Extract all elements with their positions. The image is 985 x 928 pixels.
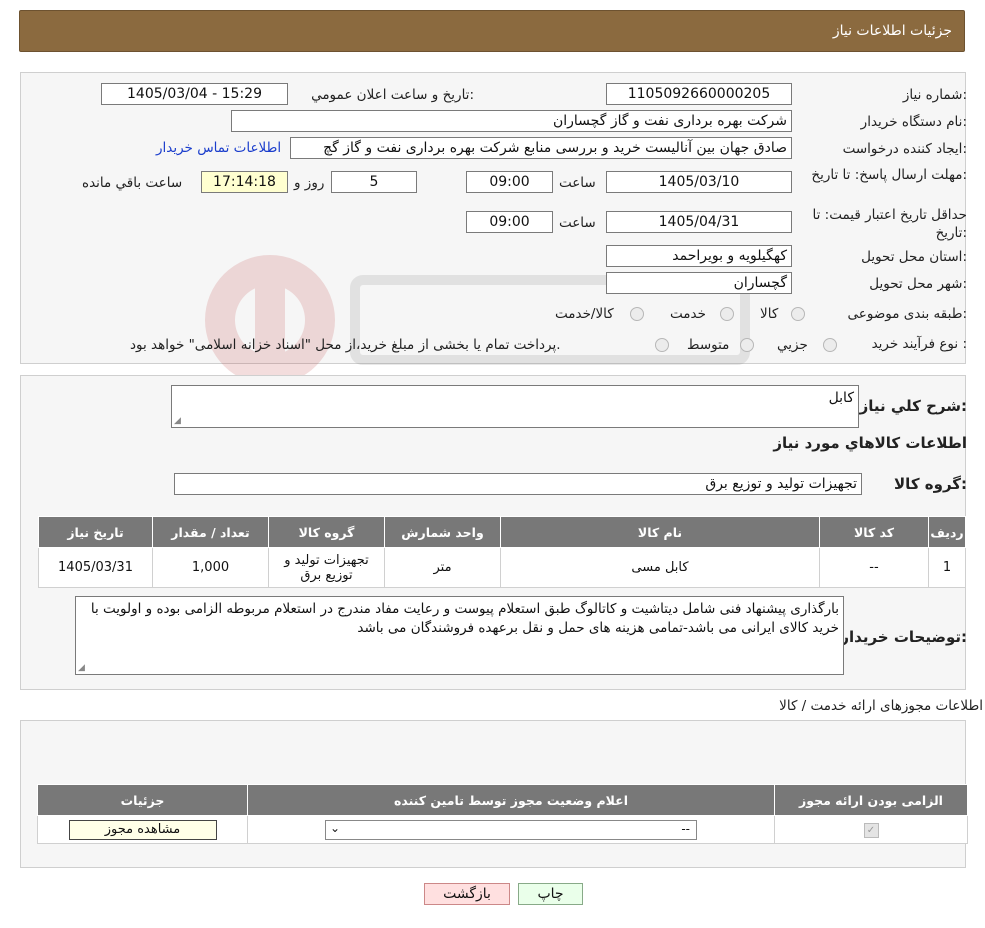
days-word-label: روز و <box>294 175 325 191</box>
chevron-down-icon: ⌄ <box>330 820 341 835</box>
col-row-number: رديف <box>928 516 966 548</box>
process-label: نوع فرآيند خريد : <box>871 336 967 352</box>
province-label: استان محل تحويل: <box>861 249 967 265</box>
resize-grip-icon[interactable]: ◢ <box>174 416 181 426</box>
col-need-date: تاريخ نياز <box>38 516 153 548</box>
page-header: جزئیات اطلاعات نیاز <box>19 10 965 52</box>
cell-goods-name: کابل مسی <box>500 547 820 588</box>
table-row: 1 -- کابل مسی متر تجهیزات تولید و توزیع … <box>38 547 966 588</box>
category-option-goods-service: کالا/خدمت <box>555 306 614 322</box>
validity-time-label: ساعت <box>559 215 596 231</box>
resize-grip-icon[interactable]: ◢ <box>78 663 85 673</box>
cell-need-date: 1405/03/31 <box>38 547 153 588</box>
print-button[interactable]: چاپ <box>518 883 583 905</box>
cell-goods-code: -- <box>819 547 929 588</box>
city-field: گچساران <box>606 272 792 294</box>
cell-unit: متر <box>384 547 501 588</box>
col-goods-name: نام کالا <box>500 516 820 548</box>
deadline-date-field: 1405/03/10 <box>606 171 792 193</box>
col-goods-group: گروه کالا <box>268 516 385 548</box>
description-text: کابل <box>828 390 854 406</box>
goods-info-title: اطلاعات کالاهاي مورد نياز <box>773 434 967 452</box>
goods-table-header: رديف کد کالا نام کالا واحد شمارش گروه کا… <box>38 516 966 548</box>
process-radio-medium[interactable] <box>740 338 754 352</box>
goods-group-field: تجهیزات تولید و توزیع برق <box>174 473 862 495</box>
deadline-time-field: 09:00 <box>466 171 553 193</box>
col-quantity: تعداد / مقدار <box>152 516 269 548</box>
col-permit-status: اعلام وضعیت مجوز توسط تامین کننده <box>247 784 775 816</box>
announce-datetime-field: 1405/03/04 - 15:29 <box>101 83 288 105</box>
process-option-minor: جزيي <box>777 337 808 353</box>
col-permit-details: جزئیات <box>37 784 248 816</box>
payment-note-checkbox[interactable] <box>655 338 669 352</box>
payment-note: پرداخت تمام يا بخشی از مبلغ خريد،از محل … <box>130 337 561 353</box>
category-option-service: خدمت <box>670 306 706 322</box>
cell-permit-required: ✓ <box>774 815 968 844</box>
buyer-notes-text: بارگذاری پیشنهاد فنی شامل دیتاشیت و کاتا… <box>90 601 839 636</box>
col-unit: واحد شمارش <box>384 516 501 548</box>
process-radio-minor[interactable] <box>823 338 837 352</box>
announce-label: تاريخ و ساعت اعلان عمومي: <box>311 87 474 103</box>
cell-permit-status: -- ⌄ <box>247 815 775 844</box>
cell-row-number: 1 <box>928 547 966 588</box>
category-radio-service[interactable] <box>720 307 734 321</box>
category-label: طبقه بندی موضوعی: <box>847 306 967 322</box>
process-option-medium: متوسط <box>687 337 730 353</box>
permits-title: اطلاعات مجوزهای ارائه خدمت / کالا <box>779 698 983 714</box>
buyer-notes-textarea[interactable]: بارگذاری پیشنهاد فنی شامل دیتاشیت و کاتا… <box>75 596 844 675</box>
permit-status-value: -- <box>681 821 690 836</box>
need-number-field: 1105092660000205 <box>606 83 792 105</box>
creator-field: صادق جهان بین آنالیست خرید و بررسی منابع… <box>290 137 792 159</box>
cell-quantity: 1,000 <box>152 547 269 588</box>
buyer-org-field: شرکت بهره برداری نفت و گاز گچساران <box>231 110 792 132</box>
need-number-label: شماره نیاز: <box>902 87 967 103</box>
remaining-time-label: ساعت باقي مانده <box>82 175 183 191</box>
deadline-time-label: ساعت <box>559 175 596 191</box>
buyer-contact-link[interactable]: اطلاعات تماس خريدار <box>156 140 281 156</box>
province-field: کهگیلویه و بویراحمد <box>606 245 792 267</box>
goods-group-label: گروه کالا: <box>894 475 967 493</box>
buyer-org-label: نام دستگاه خريدار: <box>860 114 967 130</box>
permit-required-checkbox: ✓ <box>863 822 879 838</box>
cell-permit-details: مشاهده مجوز <box>37 815 248 844</box>
validity-date-field: 1405/04/31 <box>606 211 792 233</box>
table-row: ✓ -- ⌄ مشاهده مجوز <box>37 815 968 844</box>
permit-status-select[interactable]: -- ⌄ <box>325 819 697 840</box>
permits-table: الزامی بودن ارائه مجوز اعلام وضعیت مجوز … <box>37 784 968 844</box>
col-goods-code: کد کالا <box>819 516 929 548</box>
description-label: شرح کلي نياز: <box>859 397 967 415</box>
cell-goods-group: تجهیزات تولید و توزیع برق <box>268 547 385 588</box>
permits-table-header: الزامی بودن ارائه مجوز اعلام وضعیت مجوز … <box>37 784 968 816</box>
col-permit-required: الزامی بودن ارائه مجوز <box>774 784 968 816</box>
goods-table: رديف کد کالا نام کالا واحد شمارش گروه کا… <box>38 516 966 588</box>
remaining-time-field: 17:14:18 <box>201 171 288 193</box>
page-title: جزئیات اطلاعات نیاز <box>832 23 952 39</box>
validity-time-field: 09:00 <box>466 211 553 233</box>
back-button[interactable]: بازگشت <box>424 883 510 905</box>
deadline-label: مهلت ارسال پاسخ: تا تاريخ: <box>811 167 967 183</box>
category-radio-goods-service[interactable] <box>630 307 644 321</box>
validity-label: حداقل تاريخ اعتبار قيمت: تا تاريخ: <box>812 207 967 241</box>
creator-label: ايجاد کننده درخواست: <box>842 141 967 157</box>
days-remaining-field: 5 <box>331 171 417 193</box>
description-textarea[interactable]: کابل ◢ <box>171 385 859 428</box>
view-permit-button[interactable]: مشاهده مجوز <box>68 819 217 840</box>
category-radio-goods[interactable] <box>791 307 805 321</box>
category-option-goods: کالا <box>760 306 779 322</box>
city-label: شهر محل تحويل: <box>869 276 967 292</box>
buyer-notes-label: توضيحات خريدار: <box>840 628 967 646</box>
